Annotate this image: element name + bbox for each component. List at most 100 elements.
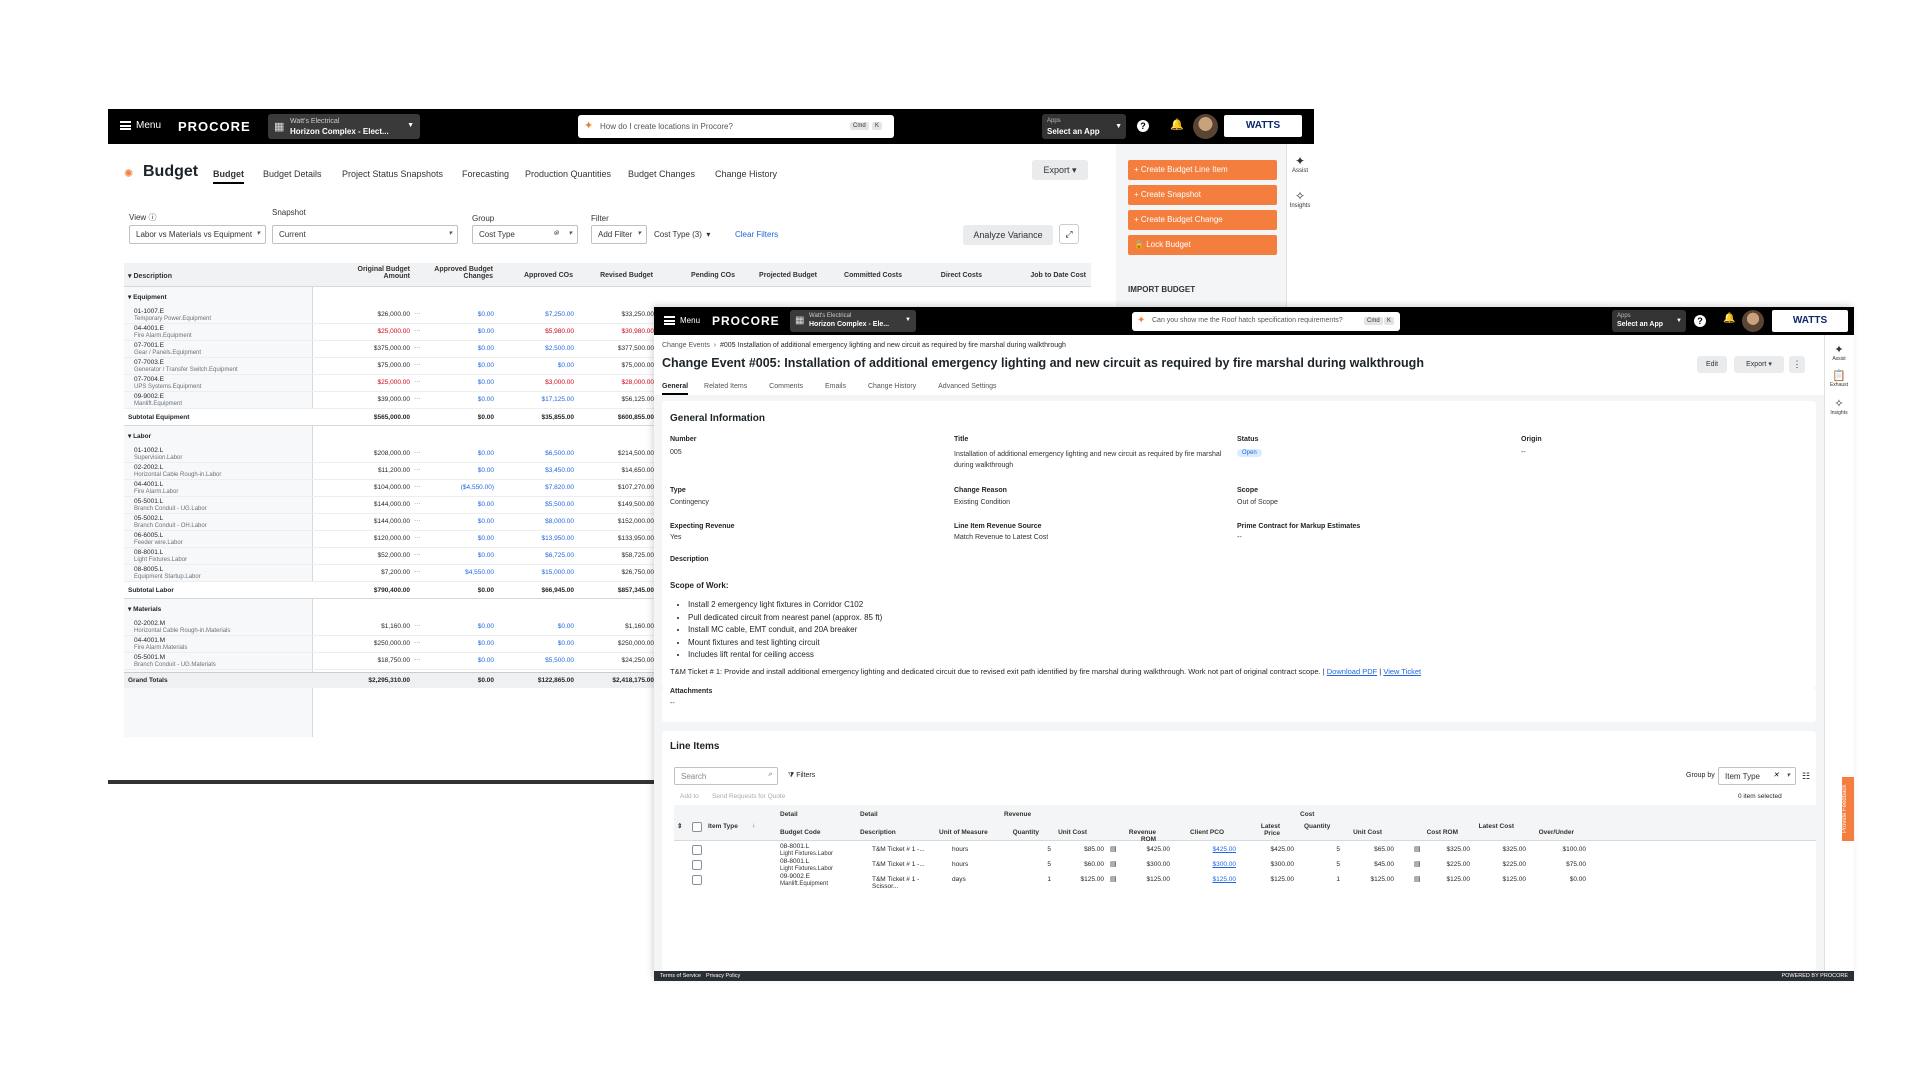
view-select[interactable]: Labor vs Materials vs Equipment ▾: [129, 225, 266, 244]
tab-comments[interactable]: Comments: [769, 383, 803, 390]
budget-code[interactable]: 04-4001.M: [134, 637, 165, 644]
budget-code[interactable]: 05-5001.M: [134, 654, 165, 661]
notifications-bell-icon[interactable]: 🔔: [1723, 313, 1735, 324]
cell-aco[interactable]: $0.00: [506, 640, 574, 647]
column-header[interactable]: Quantity: [1004, 829, 1039, 836]
budget-code[interactable]: 07-7004.E: [134, 376, 164, 383]
more-icon[interactable]: ···: [414, 344, 421, 351]
column-header[interactable]: Revised Budget: [579, 272, 653, 279]
budget-code[interactable]: 04-4001.E: [134, 325, 164, 332]
assist-side-button[interactable]: ✦ Assist: [1826, 343, 1852, 362]
column-header[interactable]: Latest Cost: [1474, 823, 1514, 830]
column-header[interactable]: Approved COs: [499, 272, 573, 279]
more-icon[interactable]: ···: [414, 449, 421, 456]
more-icon[interactable]: ···: [414, 310, 421, 317]
export-button[interactable]: Export ▾: [1032, 160, 1088, 180]
cell-abc[interactable]: $0.00: [454, 450, 494, 457]
budget-code[interactable]: 01-1007.E: [134, 308, 164, 315]
tab-budget-changes[interactable]: Budget Changes: [628, 169, 695, 179]
cell-aco[interactable]: $6,500.00: [506, 450, 574, 457]
cell-aco[interactable]: $17,125.00: [506, 396, 574, 403]
terms-link[interactable]: Terms of Service: [660, 973, 701, 979]
cell-abc[interactable]: $0.00: [454, 535, 494, 542]
column-header[interactable]: Job to Date Cost: [990, 272, 1086, 279]
more-icon[interactable]: ···: [414, 551, 421, 558]
create-budget-change-button[interactable]: + Create Budget Change: [1128, 210, 1277, 230]
calculator-icon[interactable]: ▤: [1414, 845, 1421, 853]
more-icon[interactable]: ···: [414, 568, 421, 575]
group-by-select[interactable]: Item Type ✕ ▾: [1718, 767, 1796, 785]
cell-aco[interactable]: $3,000.00: [506, 379, 574, 386]
help-icon[interactable]: ?: [1137, 120, 1149, 132]
budget-code[interactable]: 09-9002.E: [134, 393, 164, 400]
calculator-icon[interactable]: ▤: [1110, 845, 1117, 853]
cell-aco[interactable]: $0.00: [506, 362, 574, 369]
tab-production-quantities[interactable]: Production Quantities: [525, 169, 611, 179]
close-icon[interactable]: ✕: [1773, 771, 1779, 779]
more-icon[interactable]: ···: [414, 517, 421, 524]
more-icon[interactable]: ···: [414, 534, 421, 541]
cell-pco[interactable]: $425.00: [1194, 846, 1237, 853]
send-rfq-button[interactable]: Send Requests for Quote: [712, 793, 785, 800]
cost-type-filter-chip[interactable]: Cost Type (3) ▾: [654, 230, 710, 239]
cell-aco[interactable]: $7,820.00: [506, 484, 574, 491]
cell-aco[interactable]: $7,250.00: [506, 311, 574, 318]
column-header[interactable]: Cost ROM: [1412, 829, 1458, 836]
project-selector[interactable]: ▦ Watt's Electrical Horizon Complex - El…: [790, 310, 916, 332]
breadcrumb-change-events[interactable]: Change Events: [662, 342, 710, 349]
row-checkbox[interactable]: [692, 875, 702, 885]
lock-budget-button[interactable]: 🔒 Lock Budget: [1128, 235, 1277, 255]
cell-abc[interactable]: $0.00: [454, 657, 494, 664]
notifications-bell-icon[interactable]: 🔔: [1170, 118, 1184, 131]
budget-code[interactable]: 01-1002.L: [134, 447, 163, 454]
calculator-icon[interactable]: ▤: [1110, 875, 1117, 883]
provide-feedback-tab[interactable]: Provide Feedback: [1842, 777, 1854, 841]
create-budget-line-item-button[interactable]: + Create Budget Line Item: [1128, 160, 1277, 180]
export-button[interactable]: Export ▾: [1734, 356, 1784, 373]
download-pdf-link[interactable]: Download PDF: [1327, 667, 1377, 676]
menu-button[interactable]: Menu: [664, 316, 700, 325]
budget-code[interactable]: 05-5002.L: [134, 515, 163, 522]
cell-abc[interactable]: $0.00: [454, 501, 494, 508]
view-ticket-link[interactable]: View Ticket: [1383, 667, 1421, 676]
column-header[interactable]: Item Type: [708, 823, 738, 830]
assist-search-bar[interactable]: ✦ How do I create locations in Procore? …: [578, 115, 894, 138]
table-row[interactable]: 08-8001.L Light Fixtures.Labor T&M Ticket …: [674, 858, 1816, 873]
column-header[interactable]: Direct Costs: [908, 272, 982, 279]
more-icon[interactable]: ···: [414, 466, 421, 473]
budget-code[interactable]: 08-8001.L: [134, 549, 163, 556]
privacy-link[interactable]: Privacy Policy: [706, 973, 740, 979]
more-icon[interactable]: ···: [414, 395, 421, 402]
cell-aco[interactable]: $0.00: [506, 623, 574, 630]
cell-aco[interactable]: $5,500.00: [506, 657, 574, 664]
tab-budget[interactable]: Budget: [213, 169, 244, 184]
insights-side-button[interactable]: ✧ Insights: [1288, 189, 1312, 209]
edit-button[interactable]: Edit: [1697, 356, 1727, 373]
cell-abc[interactable]: $0.00: [454, 518, 494, 525]
help-icon[interactable]: ?: [1694, 315, 1706, 327]
cell-abc[interactable]: $0.00: [454, 623, 494, 630]
calculator-icon[interactable]: ▤: [1414, 860, 1421, 868]
user-avatar[interactable]: [1742, 310, 1764, 332]
tab-related-items[interactable]: Related Items: [704, 383, 747, 390]
cell-aco[interactable]: $3,450.00: [506, 467, 574, 474]
column-header[interactable]: Committed Costs: [828, 272, 902, 279]
tab-forecasting[interactable]: Forecasting: [462, 169, 509, 179]
tab-change-history[interactable]: Change History: [715, 169, 777, 179]
column-header[interactable]: Original Budget Amount: [334, 266, 411, 280]
user-avatar[interactable]: [1193, 114, 1218, 139]
budget-code[interactable]: 07-7001.E: [134, 342, 164, 349]
calculator-icon[interactable]: ▤: [1414, 875, 1421, 883]
cell-abc[interactable]: $4,550.00: [454, 569, 494, 576]
column-header[interactable]: Client PCO: [1184, 829, 1224, 836]
column-header[interactable]: Latest Price: [1244, 823, 1280, 837]
more-icon[interactable]: ···: [414, 639, 421, 646]
column-header[interactable]: Approved Budget Changes: [419, 266, 493, 280]
more-icon[interactable]: ···: [414, 361, 421, 368]
cell-pco[interactable]: $300.00: [1194, 861, 1237, 868]
more-icon[interactable]: ···: [414, 483, 421, 490]
column-header[interactable]: Pending COs: [661, 272, 735, 279]
app-selector[interactable]: Apps Select an App ▼: [1612, 310, 1686, 332]
cell-abc[interactable]: $0.00: [454, 311, 494, 318]
add-to-button[interactable]: Add to: [680, 793, 699, 800]
